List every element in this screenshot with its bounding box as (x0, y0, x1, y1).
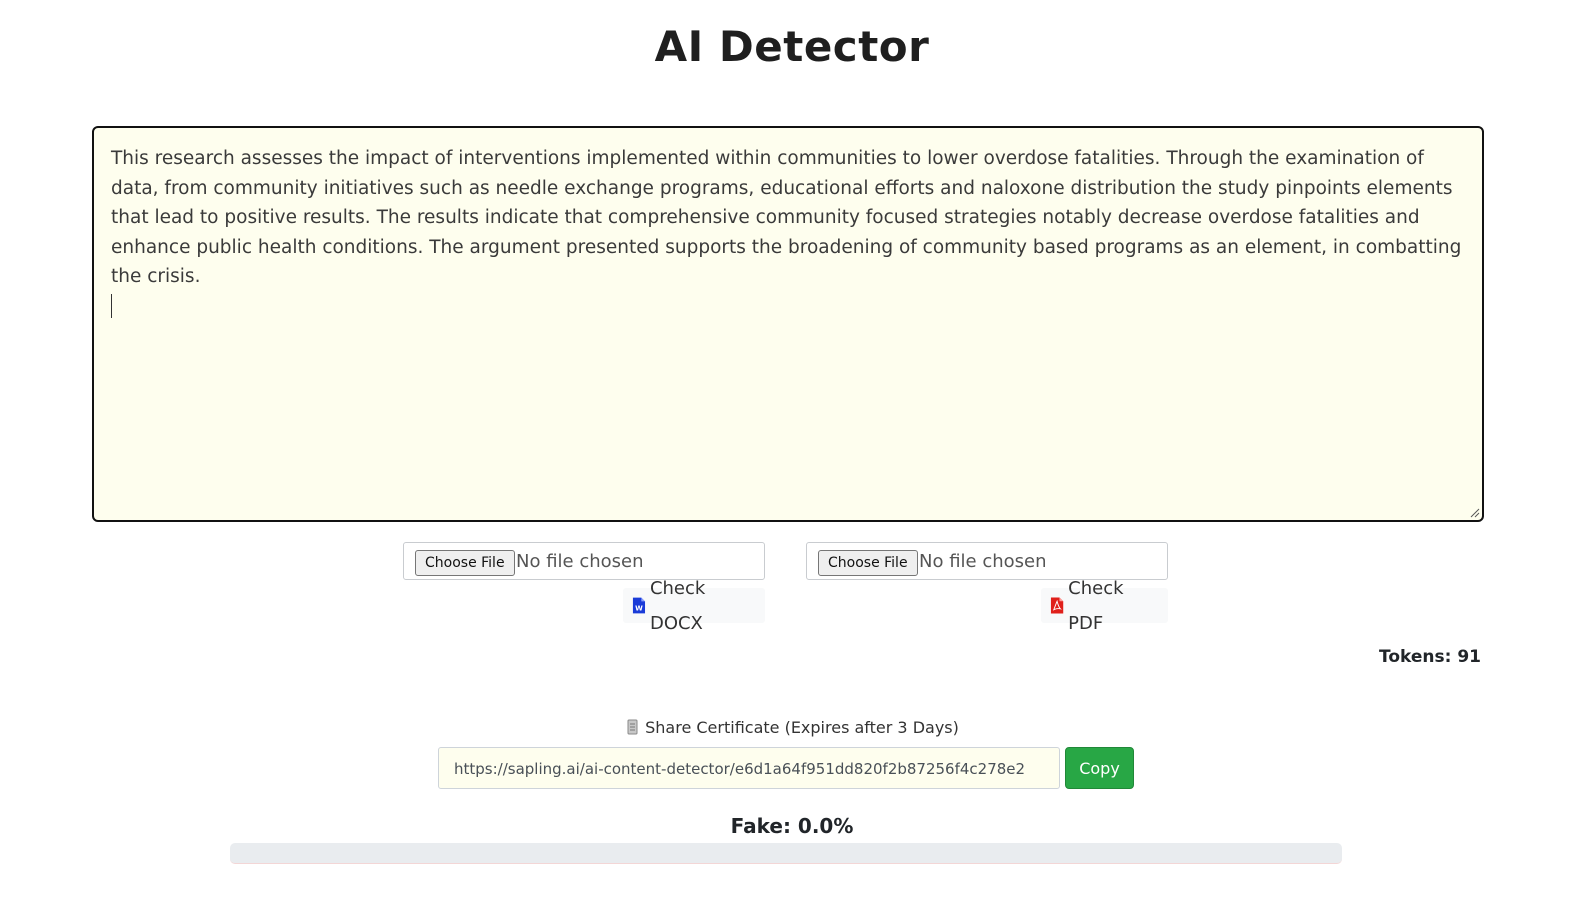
page-title: AI Detector (654, 22, 930, 71)
text-input-area[interactable]: This research assesses the impact of int… (92, 126, 1484, 522)
pdf-file-status: No file chosen (919, 551, 1047, 572)
check-docx-label: Check DOCX (649, 577, 706, 634)
share-certificate-text: Share Certificate (Expires after 3 Days) (645, 718, 959, 737)
docx-file-status: No file chosen (516, 551, 644, 572)
word-file-icon: W (632, 597, 646, 614)
token-count: Tokens: 91 (1379, 647, 1481, 667)
resize-grip-icon[interactable] (1468, 506, 1480, 518)
share-url-input[interactable]: https://sapling.ai/ai-content-detector/e… (438, 747, 1060, 789)
copy-button[interactable]: Copy (1065, 747, 1134, 789)
check-docx-button[interactable]: W Check DOCX (623, 578, 765, 634)
docx-choose-file-button[interactable]: Choose File (415, 550, 515, 576)
pdf-choose-file-button[interactable]: Choose File (818, 550, 918, 576)
fake-score-progress (230, 843, 1342, 864)
scroll-icon (627, 719, 638, 735)
check-pdf-button[interactable]: Check PDF (1041, 578, 1168, 634)
input-text: This research assesses the impact of int… (111, 148, 1462, 287)
text-caret (111, 293, 112, 318)
pdf-file-icon (1050, 597, 1064, 614)
svg-text:W: W (635, 605, 643, 613)
check-pdf-label: Check PDF (1068, 577, 1124, 634)
share-certificate-label: Share Certificate (Expires after 3 Days) (0, 718, 1584, 737)
fake-score-label: Fake: 0.0% (730, 814, 854, 838)
